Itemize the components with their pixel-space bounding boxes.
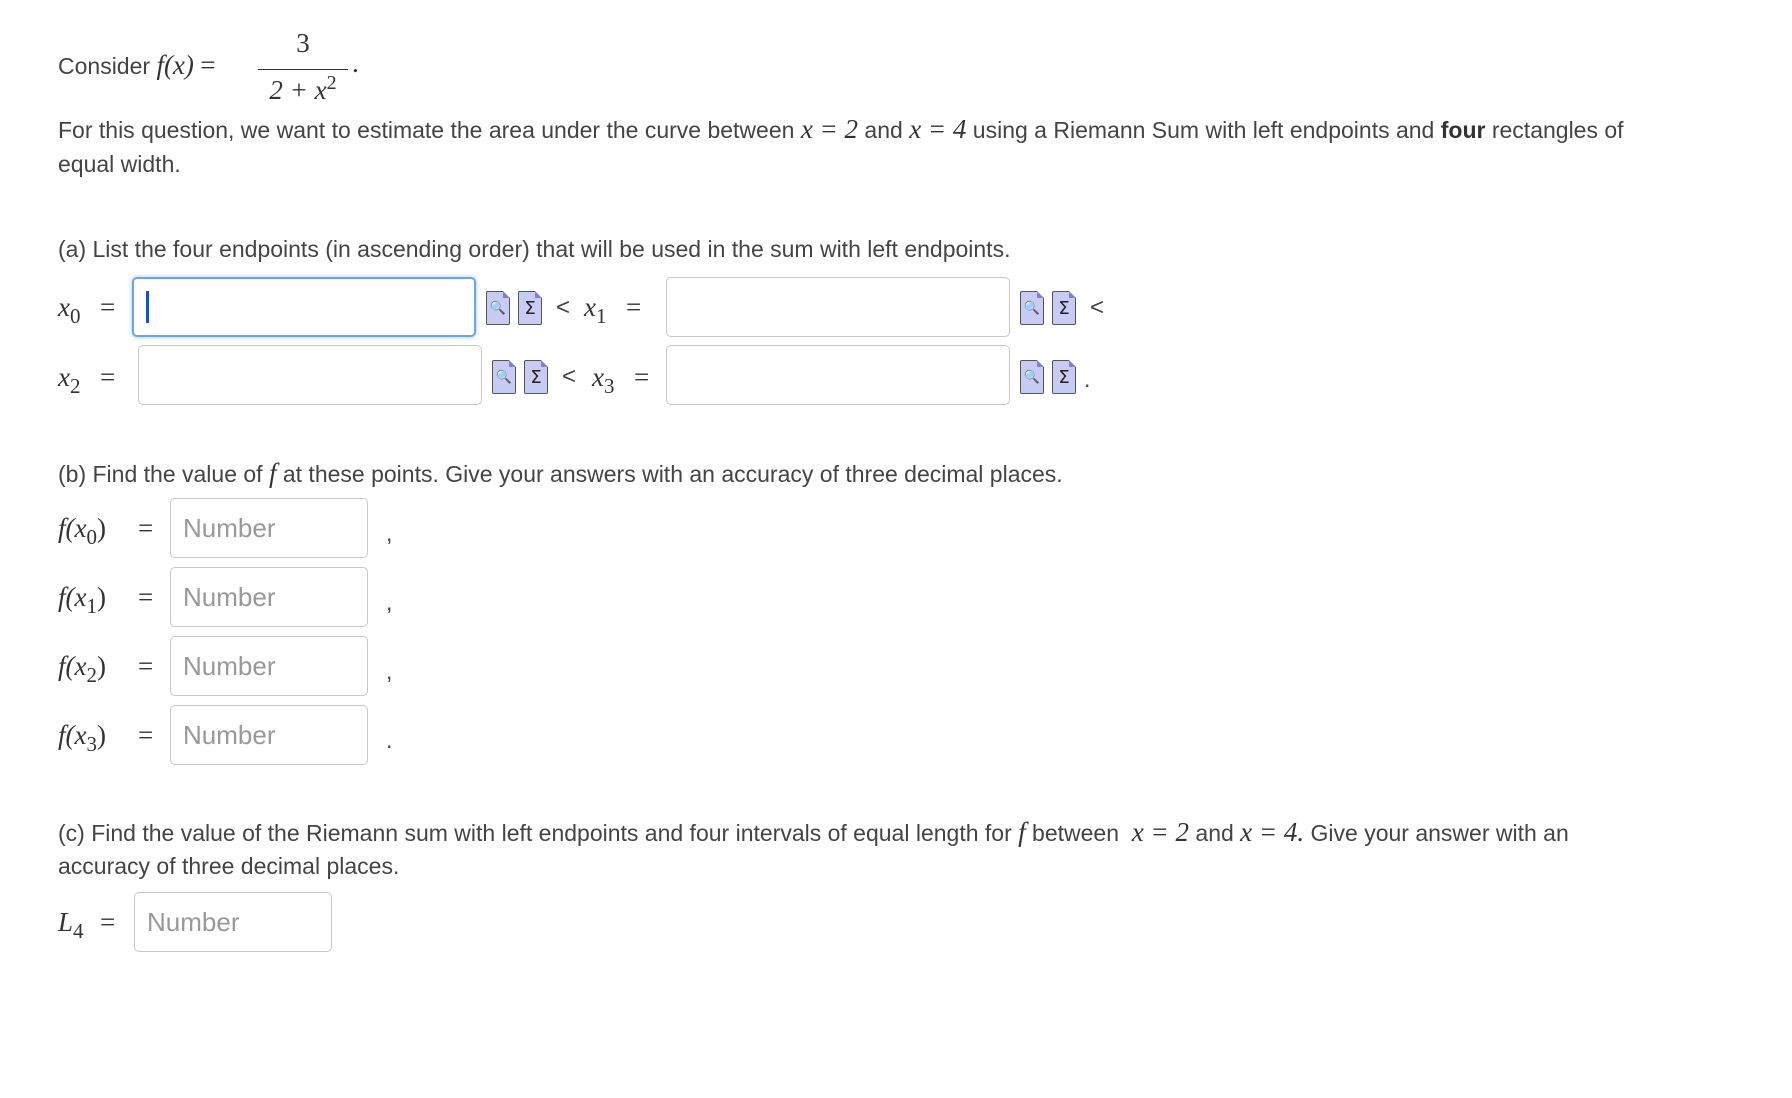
fraction-denominator: 2 + x2: [258, 69, 348, 106]
l4-equals: =: [100, 907, 116, 937]
question-text-line1: For this question, we want to estimate t…: [58, 112, 1624, 148]
part-c-prompt-line1: (c) Find the value of the Riemann sum wi…: [58, 817, 1569, 847]
f-x0-input[interactable]: Number: [170, 498, 368, 558]
consider-label: Consider: [58, 53, 151, 79]
equals-sign: =: [200, 50, 216, 80]
x3-input[interactable]: [666, 345, 1010, 405]
preview-icon[interactable]: 🔍: [486, 291, 510, 325]
question-part2: using a Riemann Sum with left endpoints …: [972, 117, 1435, 143]
f-x3-label: f(x3): [58, 720, 106, 756]
x3-label: x3: [592, 362, 615, 398]
function-definition: Consider f(x) =: [58, 48, 216, 84]
period: .: [386, 727, 393, 753]
comma: ,: [386, 589, 393, 615]
part-a-prompt: (a) List the four endpoints (in ascendin…: [58, 236, 1011, 262]
preview-icon[interactable]: 🔍: [1020, 360, 1044, 394]
f-of-x: f(x): [156, 50, 194, 80]
comma: ,: [386, 658, 393, 684]
definition-period: .: [352, 48, 359, 78]
x3-equals: =: [634, 362, 650, 392]
x-eq-2: x = 2: [800, 114, 859, 144]
equation-editor-icon[interactable]: Σ: [518, 291, 542, 325]
f-x3-equals: =: [138, 720, 154, 750]
f-x1-label: f(x1): [58, 582, 106, 618]
x0-input[interactable]: [132, 277, 476, 337]
x2-equals: =: [100, 362, 116, 392]
preview-icon[interactable]: 🔍: [1020, 291, 1044, 325]
x-eq-4: x = 4: [909, 114, 967, 144]
question-text-line2: equal width.: [58, 151, 181, 177]
x0-equals: =: [100, 292, 116, 322]
question-part3: rectangles of: [1491, 117, 1624, 143]
f-x0-label: f(x0): [58, 513, 106, 549]
f-x3-input[interactable]: Number: [170, 705, 368, 765]
x2-input[interactable]: [138, 345, 482, 405]
equation-editor-icon[interactable]: Σ: [524, 360, 548, 394]
x1-equals: =: [626, 292, 642, 322]
four-bold: four: [1440, 117, 1486, 143]
part-c-prompt-line2: accuracy of three decimal places.: [58, 853, 400, 879]
f-x1-input[interactable]: Number: [170, 567, 368, 627]
part-b-prompt: (b) Find the value of f at these points.…: [58, 458, 1063, 488]
equation-editor-icon[interactable]: Σ: [1052, 360, 1076, 394]
f-x2-label: f(x2): [58, 651, 106, 687]
f-x1-equals: =: [138, 582, 154, 612]
x2-label: x2: [58, 362, 81, 398]
and-word: and: [864, 117, 903, 143]
equation-editor-icon[interactable]: Σ: [1052, 291, 1076, 325]
less-than-1: <: [556, 294, 571, 321]
x1-label: x1: [584, 292, 607, 328]
x0-label: x0: [58, 292, 81, 328]
text-caret: [146, 291, 149, 323]
comma: ,: [386, 520, 393, 546]
less-than-2: <: [1090, 294, 1105, 321]
f-x2-input[interactable]: Number: [170, 636, 368, 696]
l4-label: L4: [58, 907, 84, 943]
denominator-exponent: 2: [326, 72, 337, 94]
fraction: 3 2 + x2: [258, 28, 348, 106]
part-a-period: .: [1084, 366, 1091, 392]
fraction-numerator: 3: [296, 28, 310, 58]
question-part1: For this question, we want to estimate t…: [58, 117, 795, 143]
f-x2-equals: =: [138, 651, 154, 681]
preview-icon[interactable]: 🔍: [492, 360, 516, 394]
l4-input[interactable]: Number: [134, 892, 332, 952]
f-x0-equals: =: [138, 513, 154, 543]
less-than-3: <: [562, 363, 577, 390]
x1-input[interactable]: [666, 277, 1010, 337]
denominator-base: 2 + x: [269, 75, 327, 105]
